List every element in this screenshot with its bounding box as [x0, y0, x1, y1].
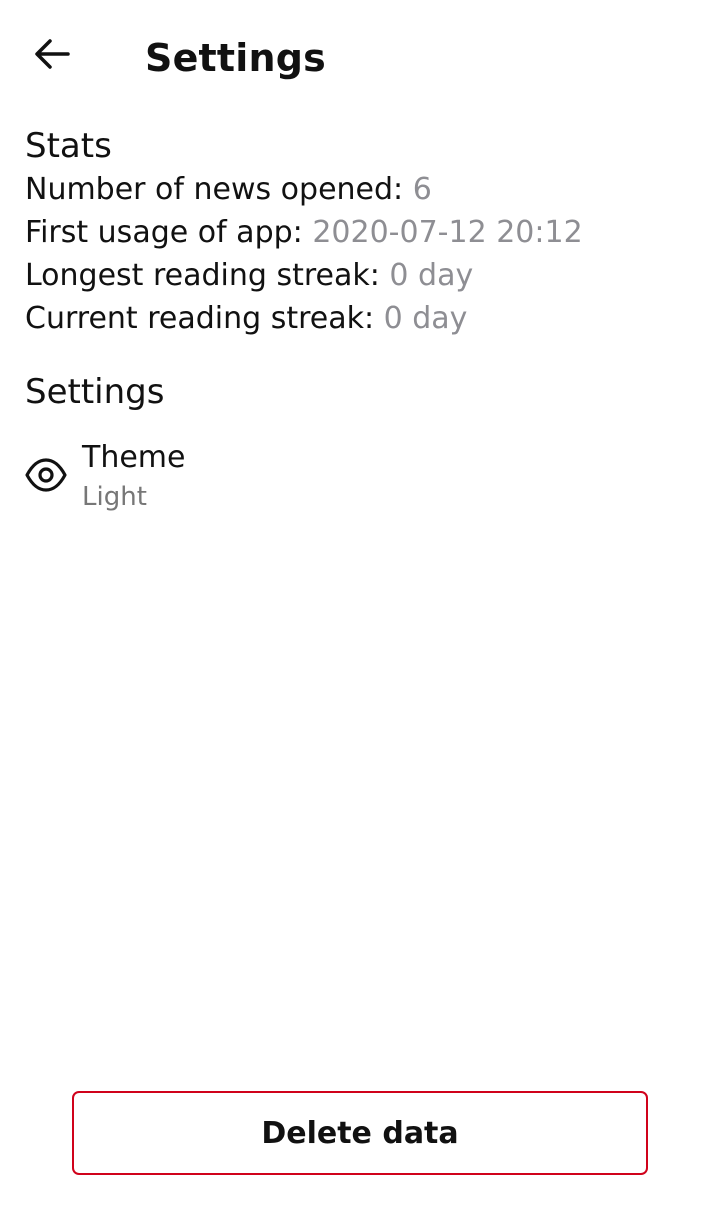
setting-item-theme[interactable]: Theme Light [25, 440, 665, 520]
settings-heading: Settings [25, 372, 165, 412]
stat-label: Current reading streak: [25, 301, 384, 336]
eye-icon [25, 458, 67, 492]
stat-value: 0 day [383, 301, 468, 336]
settings-section: Settings Theme Light [25, 370, 185, 512]
stat-value: 6 [412, 172, 432, 207]
app-bar: Settings [0, 0, 719, 116]
back-button[interactable] [22, 24, 82, 84]
stat-longest-streak: Longest reading streak: 0 day [25, 254, 583, 297]
stat-label: Longest reading streak: [25, 258, 390, 293]
stats-section: Stats Number of news opened: 6 First usa… [25, 124, 583, 340]
stat-first-usage: First usage of app: 2020-07-12 20:12 [25, 211, 583, 254]
stat-value: 0 day [389, 258, 474, 293]
delete-data-button[interactable]: Delete data [72, 1091, 648, 1175]
stat-news-opened: Number of news opened: 6 [25, 168, 583, 211]
setting-value: Light [82, 482, 147, 512]
stat-label: Number of news opened: [25, 172, 413, 207]
stats-heading: Stats [25, 126, 112, 166]
arrow-left-icon [35, 39, 70, 69]
stat-label: First usage of app: [25, 215, 313, 250]
stat-value: 2020-07-12 20:12 [312, 215, 583, 250]
setting-label: Theme [82, 440, 186, 475]
page-title: Settings [145, 36, 326, 80]
stat-current-streak: Current reading streak: 0 day [25, 297, 583, 340]
